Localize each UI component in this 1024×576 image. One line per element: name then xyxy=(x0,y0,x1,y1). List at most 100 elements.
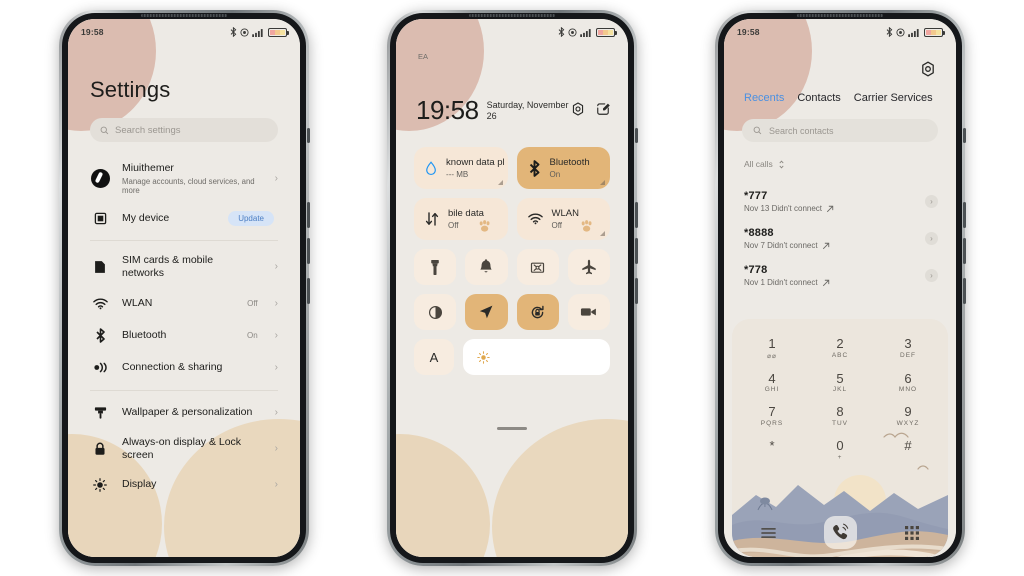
tile-screen-record[interactable] xyxy=(567,294,610,330)
screen-settings: 19:58 Settings Search settings Miuitheme… xyxy=(68,19,300,557)
settings-label: SIM cards & mobile networks xyxy=(122,254,214,280)
update-badge[interactable]: Update xyxy=(228,210,274,226)
power-button[interactable] xyxy=(635,278,638,304)
tile-notifications[interactable] xyxy=(465,249,508,285)
tile-mobile-data[interactable]: bile data Off xyxy=(414,198,508,240)
date-label: Saturday, November 26 xyxy=(486,100,569,122)
call-log-row[interactable]: *8888 Nov 7 Didn't connect › xyxy=(724,220,956,257)
call-details-button[interactable]: › xyxy=(925,269,938,282)
dial-key-6[interactable]: 6 MNO xyxy=(874,366,942,400)
dialpad-row: 4 GHI 5 JKL 6 MNO xyxy=(738,366,942,400)
settings-row-wallpaper[interactable]: Wallpaper & personalization › xyxy=(68,397,300,429)
settings-row-display[interactable]: Display › xyxy=(68,469,300,501)
tab-contacts[interactable]: Contacts xyxy=(797,92,840,104)
key-digit: * xyxy=(769,437,775,453)
volume-down-button[interactable] xyxy=(635,238,638,264)
search-settings-input[interactable]: Search settings xyxy=(90,118,278,142)
volume-down-button[interactable] xyxy=(963,238,966,264)
settings-label: Always-on display & Lock screen xyxy=(122,435,242,461)
battery-icon xyxy=(596,27,617,37)
status-bar: 19:58 xyxy=(724,19,956,45)
call-details-button[interactable]: › xyxy=(925,232,938,245)
battery-icon xyxy=(924,27,945,37)
auto-brightness-button[interactable]: A xyxy=(414,339,454,375)
edit-icon[interactable] xyxy=(596,102,610,116)
tile-bluetooth[interactable]: Bluetooth On xyxy=(516,147,610,189)
side-button[interactable] xyxy=(963,128,966,143)
call-log-row[interactable]: *777 Nov 13 Didn't connect › xyxy=(724,183,956,220)
tile-dark-mode[interactable] xyxy=(414,294,457,330)
settings-gear-icon[interactable] xyxy=(571,102,585,116)
sort-icon xyxy=(779,160,784,168)
dock-call[interactable] xyxy=(804,516,876,549)
dial-key-5[interactable]: 5 JKL xyxy=(806,366,874,400)
tile-flashlight[interactable] xyxy=(414,249,457,285)
tab-recents[interactable]: Recents xyxy=(744,92,784,104)
tile-state: On xyxy=(549,169,561,179)
key-digit: 9 xyxy=(904,404,912,420)
tile-location[interactable] xyxy=(465,294,508,330)
search-placeholder: Search contacts xyxy=(769,125,834,136)
status-bar: 19:58 xyxy=(68,19,300,45)
dial-key-2[interactable]: 2 ABC xyxy=(806,331,874,366)
side-button[interactable] xyxy=(635,128,638,143)
settings-row-account[interactable]: Miuithemer Manage accounts, cloud servic… xyxy=(68,155,300,202)
tile-airplane-mode[interactable] xyxy=(567,249,610,285)
phone-dialer: 19:58 Recents Contacts Carrier Services … xyxy=(715,10,966,566)
settings-row-my-device[interactable]: My device Update xyxy=(68,202,300,234)
side-button[interactable] xyxy=(307,128,310,143)
dial-key-4[interactable]: 4 GHI xyxy=(738,366,806,400)
dial-key-3[interactable]: 3 DEF xyxy=(874,331,942,366)
dial-key-star[interactable]: * xyxy=(738,433,806,467)
account-name: Miuithemer xyxy=(122,162,174,174)
power-button[interactable] xyxy=(307,278,310,304)
dial-key-9[interactable]: 9 WXYZ xyxy=(874,399,942,433)
tile-screenshot[interactable] xyxy=(516,249,559,285)
tile-expand-corner[interactable] xyxy=(600,180,605,185)
lock-icon xyxy=(90,442,110,456)
power-button[interactable] xyxy=(963,278,966,304)
call-button[interactable] xyxy=(823,516,857,549)
key-digit: 3 xyxy=(904,336,912,351)
screenshot-icon xyxy=(531,262,545,273)
settings-row-connection-sharing[interactable]: Connection & sharing › xyxy=(68,352,300,384)
key-letters: ⌀⌀ xyxy=(767,352,777,360)
dock-keypad[interactable] xyxy=(876,525,948,540)
tile-expand-corner[interactable] xyxy=(497,180,503,185)
volume-up-button[interactable] xyxy=(635,202,638,228)
search-contacts-input[interactable]: Search contacts xyxy=(742,119,938,142)
dial-key-7[interactable]: 7 PQRS xyxy=(738,399,806,433)
call-details-button[interactable]: › xyxy=(925,195,938,208)
dock-menu[interactable] xyxy=(732,527,804,539)
settings-row-wlan[interactable]: WLAN Off › xyxy=(68,288,300,320)
settings-row-bluetooth[interactable]: Bluetooth On › xyxy=(68,320,300,352)
tile-data-usage[interactable]: known data pl --- MB xyxy=(414,147,508,189)
call-filter[interactable]: All calls xyxy=(744,159,785,169)
dial-key-8[interactable]: 8 TUV xyxy=(806,399,874,433)
brightness-slider[interactable] xyxy=(463,339,610,375)
volume-up-button[interactable] xyxy=(307,202,310,228)
dial-key-hash[interactable]: # xyxy=(874,433,942,467)
chevron-right-icon: › xyxy=(274,478,278,490)
tile-rotation-lock[interactable] xyxy=(516,294,559,330)
settings-row-sim[interactable]: SIM cards & mobile networks › xyxy=(68,247,300,287)
call-detail: Nov 7 Didn't connect xyxy=(744,241,818,250)
call-log-row[interactable]: *778 Nov 1 Didn't connect › xyxy=(724,257,956,294)
bluetooth-icon xyxy=(558,27,565,37)
tile-expand-corner[interactable] xyxy=(600,231,605,236)
volume-up-button[interactable] xyxy=(963,202,966,228)
status-bar: . xyxy=(396,19,628,45)
volume-down-button[interactable] xyxy=(307,238,310,264)
settings-label: Connection & sharing xyxy=(122,361,223,373)
settings-gear-icon[interactable] xyxy=(920,61,936,77)
dial-key-0[interactable]: 0 + xyxy=(806,433,874,467)
settings-row-lock-screen[interactable]: Always-on display & Lock screen › xyxy=(68,429,300,469)
dial-key-1[interactable]: 1 ⌀⌀ xyxy=(738,331,806,366)
settings-label: Display xyxy=(122,478,157,491)
flashlight-icon xyxy=(431,259,439,275)
key-letters: ABC xyxy=(831,351,849,359)
tab-carrier-services[interactable]: Carrier Services xyxy=(854,92,933,104)
drag-handle[interactable] xyxy=(497,427,527,430)
tile-wlan[interactable]: WLAN Off xyxy=(516,198,610,240)
chevron-right-icon: › xyxy=(274,361,278,373)
